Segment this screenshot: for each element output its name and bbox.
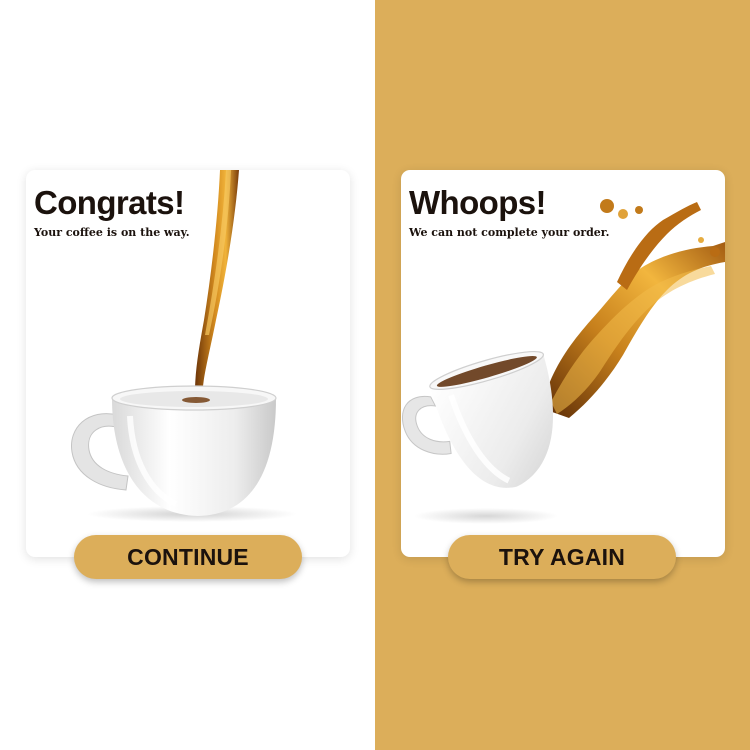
continue-button[interactable]: CONTINUE xyxy=(74,535,302,579)
success-title: Congrats! xyxy=(34,184,185,221)
error-card: Whoops! We can not complete your order. xyxy=(401,170,725,557)
success-card: Congrats! Your coffee is on the way. xyxy=(26,170,350,557)
success-subtitle: Your coffee is on the way. xyxy=(34,226,190,239)
error-subtitle: We can not complete your order. xyxy=(409,226,610,239)
try-again-button[interactable]: TRY AGAIN xyxy=(448,535,676,579)
error-title: Whoops! xyxy=(409,184,547,221)
